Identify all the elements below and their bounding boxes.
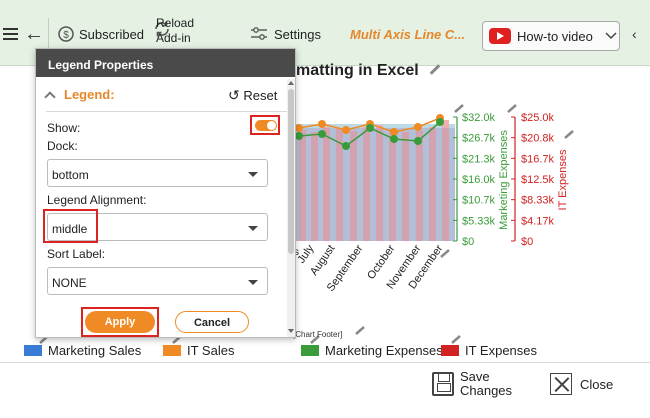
point-marketing-expenses <box>366 124 374 132</box>
scroll-thumb[interactable] <box>288 89 294 254</box>
reset-label: Reset <box>243 88 278 103</box>
apply-button[interactable]: Apply <box>85 311 155 333</box>
edit-pencil-icon <box>451 335 461 344</box>
alignment-label: Legend Alignment: <box>47 193 147 207</box>
alignment-highlight <box>43 209 98 243</box>
point-marketing-expenses <box>436 118 444 126</box>
scroll-down-icon[interactable] <box>288 329 294 333</box>
axis-title-marketing-expenses: Marketing Expenses <box>498 130 510 230</box>
show-toggle[interactable] <box>255 120 277 131</box>
legend-label: IT Sales <box>187 343 235 358</box>
tick-label-marketing-expenses: $5.33k <box>462 215 496 227</box>
caret-down-icon <box>248 280 258 285</box>
footer-divider <box>0 362 650 363</box>
toggle-knob <box>267 121 276 130</box>
show-label: Show: <box>47 121 81 135</box>
point-it-expenses <box>342 126 350 134</box>
panel-title: Legend Properties <box>36 49 295 77</box>
dock-label: Dock: <box>47 139 78 153</box>
point-it-expenses <box>390 128 398 136</box>
edit-pencil-icon <box>355 326 365 335</box>
legend-section-toggle[interactable]: Legend: <box>44 87 115 103</box>
point-it-expenses <box>318 120 326 128</box>
point-marketing-expenses <box>342 142 350 150</box>
sort-label: Sort Label: <box>47 247 106 261</box>
reset-icon: ↺ <box>228 87 240 103</box>
sort-select[interactable]: NONE <box>47 267 268 295</box>
dock-value: bottom <box>52 168 89 182</box>
tick-label-it-expenses: $4.17k <box>521 215 555 227</box>
point-marketing-expenses <box>414 137 422 145</box>
cancel-button[interactable]: Cancel <box>175 311 249 333</box>
legend-swatch <box>163 345 181 356</box>
edit-pencil-icon <box>454 104 464 113</box>
section-label: Legend: <box>64 87 115 102</box>
edit-pencil-icon <box>564 130 574 139</box>
tick-label-it-expenses: $20.8k <box>521 133 555 145</box>
chart-legend: Marketing Sales IT Sales Marketing Expen… <box>0 343 650 358</box>
reset-button[interactable]: ↺ Reset <box>228 87 277 104</box>
edit-pencil-icon <box>507 104 517 113</box>
point-it-expenses <box>295 124 303 132</box>
legend-item-marketing-sales[interactable]: Marketing Sales <box>24 343 141 358</box>
legend-swatch <box>441 345 459 356</box>
save-changes-label: Save Changes <box>460 369 513 398</box>
legend-swatch <box>24 345 42 356</box>
close-button[interactable]: Close <box>550 373 613 395</box>
legend-label: Marketing Expenses <box>325 343 443 358</box>
area-overlay <box>296 128 455 241</box>
point-marketing-expenses <box>390 135 398 143</box>
point-it-expenses <box>414 123 422 131</box>
tick-label-marketing-expenses: $26.7k <box>462 133 496 145</box>
caret-down-icon <box>248 226 258 231</box>
save-changes-button[interactable]: Save Changes <box>432 370 520 398</box>
legend-properties-panel: Legend Properties Legend: ↺ Reset Show: … <box>35 48 296 338</box>
tick-label-it-expenses: $25.0k <box>521 112 555 124</box>
legend-label: IT Expenses <box>465 343 538 358</box>
floppy-disk-icon <box>432 372 454 396</box>
dock-select[interactable]: bottom <box>47 159 268 187</box>
divider <box>46 111 289 112</box>
close-label: Close <box>580 376 614 392</box>
chevron-up-icon <box>44 91 56 103</box>
panel-scrollbar[interactable] <box>287 79 295 337</box>
tick-label-marketing-expenses: $21.3k <box>462 153 496 165</box>
point-marketing-expenses <box>295 132 303 140</box>
tick-label-it-expenses: $16.7k <box>521 153 555 165</box>
point-marketing-expenses <box>318 130 326 138</box>
legend-item-it-expenses[interactable]: IT Expenses <box>441 343 537 358</box>
tick-label-it-expenses: $0 <box>521 236 533 248</box>
tick-label-it-expenses: $12.5k <box>521 174 555 186</box>
sort-value: NONE <box>52 276 87 290</box>
tick-label-marketing-expenses: $10.7k <box>462 195 496 207</box>
tick-label-marketing-expenses: $0 <box>462 236 474 248</box>
caret-down-icon <box>248 172 258 177</box>
tick-label-it-expenses: $8.33k <box>521 195 555 207</box>
legend-label: Marketing Sales <box>48 343 142 358</box>
tick-label-marketing-expenses: $32.0k <box>462 112 496 124</box>
tick-label-marketing-expenses: $16.0k <box>462 174 496 186</box>
chart-footer: [Chart Footer] <box>293 330 342 339</box>
legend-item-it-sales[interactable]: IT Sales <box>163 343 234 358</box>
scroll-up-icon[interactable] <box>288 81 294 85</box>
close-icon <box>550 373 572 395</box>
legend-swatch <box>301 345 319 356</box>
show-toggle-highlight <box>250 115 280 135</box>
axis-title-it-expenses: IT Expenses <box>557 149 569 210</box>
legend-item-marketing-expenses[interactable]: Marketing Expenses <box>301 343 443 358</box>
